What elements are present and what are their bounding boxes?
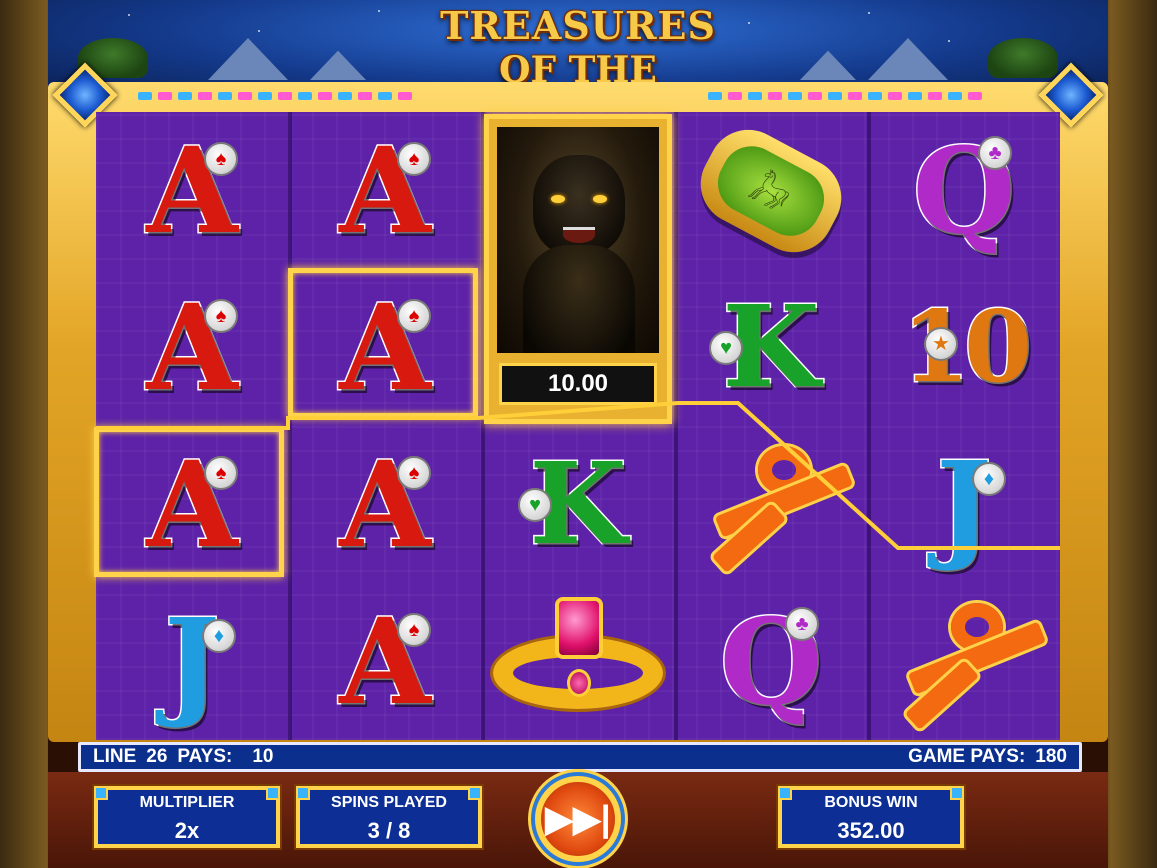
winning-symbol-highlight (288, 268, 478, 418)
reel-4-row-3-symbol (675, 426, 867, 583)
reel-5-row-3-symbol: J ♦ (868, 426, 1060, 583)
club-icon: ♣ (785, 607, 819, 641)
ankh-icon (696, 440, 854, 573)
jeweled-ring-icon (493, 596, 663, 727)
reel-4-row-4-symbol: Q ♣ (718, 591, 824, 733)
club-icon: ♣ (978, 136, 1012, 170)
spins-played-value: 3 / 8 (367, 818, 411, 843)
heart-icon: ♥ (518, 488, 552, 522)
spade-icon: ♠ (397, 456, 431, 490)
star-icon: ★ (924, 327, 958, 361)
pays-label: PAYS: (177, 746, 233, 767)
reel-5-row-1-symbol: Q ♣ (911, 120, 1017, 262)
reel-3-row-4-symbol (482, 583, 674, 740)
reel-4-row-2-symbol: K ♥ (675, 269, 867, 426)
bonus-win-value: 352.00 (837, 818, 905, 843)
reel-3-row-3-symbol: K ♥ (482, 426, 674, 583)
spade-icon: ♠ (397, 142, 431, 176)
multiplier-label: MULTIPLIER (139, 794, 235, 811)
game-pays-value: 180 (1035, 746, 1067, 767)
bonus-win-label: BONUS WIN (824, 794, 918, 811)
game-title-line1: TREASURES (440, 3, 716, 48)
slot-game-screen: TREASURES OF THE PYRAMIDS (48, 0, 1108, 868)
game-pays-label: GAME PAYS: (908, 746, 1026, 767)
spins-played-label: SPINS PLAYED (331, 794, 447, 811)
reel-4-row-1-symbol: 𓃗 (675, 112, 867, 269)
reel-5-row-4-symbol (868, 583, 1060, 740)
spade-icon: ♠ (397, 613, 431, 647)
panther-wild-symbol: 10.00 (484, 114, 672, 424)
multiplier-value: 2x (174, 818, 200, 843)
panther-icon (533, 155, 625, 255)
bonus-win-panel: BONUS WIN 352.00 (778, 786, 964, 848)
info-bar: LINE 26 PAYS: 10 GAME PAYS: 180 (78, 742, 1082, 772)
reel-2-row-4-symbol: A ♠ (338, 591, 433, 733)
reel-1-row-2-symbol: A ♠ (145, 277, 240, 419)
panther-value: 10.00 (499, 363, 657, 405)
reel-2-row-1-symbol: A ♠ (338, 120, 433, 262)
reel-5-row-2-symbol: 10 ★ (900, 289, 1033, 407)
line-number: 26 (146, 746, 168, 767)
diamond-icon: ♦ (972, 462, 1006, 496)
heart-icon: ♥ (709, 331, 743, 365)
fast-forward-skip-icon: ▶▶| (545, 798, 611, 839)
palm-tree-right (988, 38, 1058, 78)
cartouche-icon: 𓃗 (686, 115, 856, 266)
line-label: LINE (93, 746, 137, 767)
spade-icon: ♠ (204, 142, 238, 176)
spade-icon: ♠ (204, 299, 238, 333)
diamond-icon: ♦ (202, 619, 236, 653)
ankh-icon (889, 597, 1047, 730)
winning-symbol-highlight (94, 427, 284, 577)
reel-1-row-4-symbol: J ♦ (96, 583, 288, 740)
multiplier-panel: MULTIPLIER 2x (94, 786, 280, 848)
skip-button[interactable]: ▶▶| (535, 776, 621, 862)
reel-2-row-3-symbol: A ♠ (338, 434, 433, 576)
spins-played-panel: SPINS PLAYED 3 / 8 (296, 786, 482, 848)
reel-1-row-1-symbol: A ♠ (145, 120, 240, 262)
line-pays-value: 10 (252, 746, 274, 767)
